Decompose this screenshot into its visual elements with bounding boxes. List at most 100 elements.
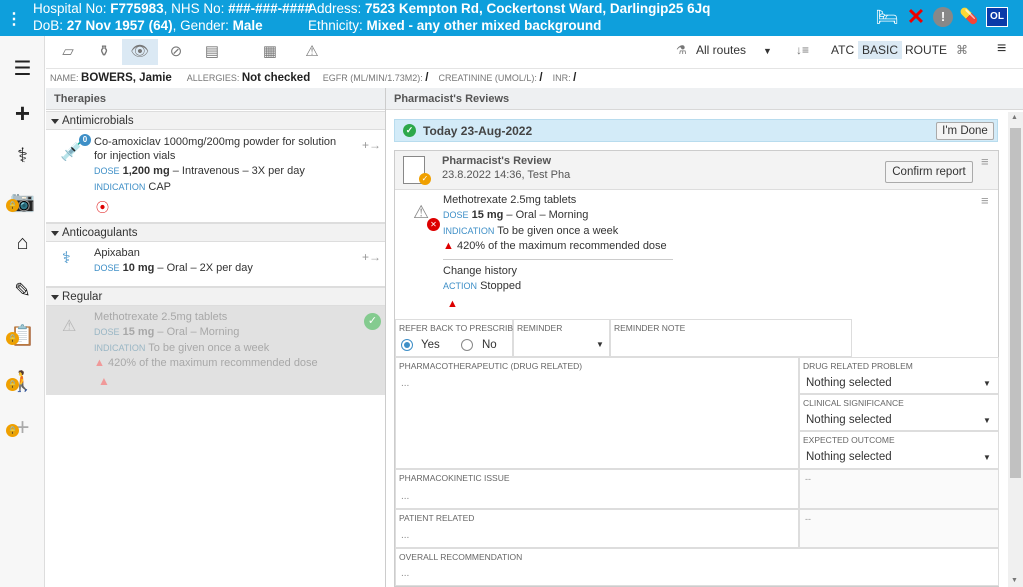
therapy-item[interactable]: ⚕ Apixaban +→ DOSE 10 mg – Oral – 2X per… xyxy=(46,242,385,287)
caret-down-icon: ▼ xyxy=(983,416,991,425)
warning-icon: ▲ xyxy=(447,298,458,310)
patient-info-row: NAME: BOWERS, Jamie ALLERGIES: Not check… xyxy=(50,72,577,84)
drug-problem-cell[interactable]: DRUG RELATED PROBLEM Nothing selected ▼ xyxy=(799,357,999,394)
warning-icon: ▲ xyxy=(94,357,105,369)
menu-kebab-icon[interactable]: ⋮ xyxy=(6,9,22,29)
group-antimicrobials[interactable]: Antimicrobials xyxy=(46,111,385,130)
patient-related-extra: -- xyxy=(799,509,999,548)
no-radio[interactable] xyxy=(461,339,473,351)
pharmacokinetic-extra: -- xyxy=(799,469,999,509)
route-toggle[interactable]: ROUTE xyxy=(905,43,947,57)
review-card: ✓ Pharmacist's Review 23.8.2022 14:36, T… xyxy=(394,150,999,587)
routes-filter-icon[interactable]: ⚗ xyxy=(676,43,687,57)
pill-icon[interactable]: 💊 xyxy=(958,6,980,28)
caret-down-icon: ▼ xyxy=(983,453,991,462)
expand-arrow-icon[interactable]: +→ xyxy=(362,250,381,264)
menu-icon[interactable]: ≡ xyxy=(981,154,989,169)
im-done-button[interactable]: I'm Done xyxy=(936,122,994,140)
menu-icon[interactable]: ≡ xyxy=(981,193,989,208)
address-line: Address: 7523 Kempton Rd, Cockertonst Wa… xyxy=(308,1,711,16)
patient-header: ⋮ Hospital No: F775983, NHS No: ###-###-… xyxy=(0,0,1023,36)
pharmacotherapeutic-field[interactable]: PHARMACOTHERAPEUTIC (DRUG RELATED) ... xyxy=(395,357,799,469)
group-regular[interactable]: Regular xyxy=(46,287,385,306)
warning-icon: ▲ xyxy=(98,374,110,388)
check-circle-icon: ✓ xyxy=(403,124,416,137)
scrollbar-thumb[interactable] xyxy=(1010,128,1021,478)
review-med-warning: ▲ 420% of the maximum recommended dose xyxy=(443,240,667,252)
review-med-name: Methotrexate 2.5mg tablets xyxy=(443,194,577,206)
eye-icon[interactable]: 👁 xyxy=(122,39,158,65)
clipboard-icon[interactable]: 📋 🔒 xyxy=(0,323,45,348)
clinical-significance-cell[interactable]: CLINICAL SIGNIFICANCE Nothing selected ▼ xyxy=(799,394,999,431)
caret-down-icon[interactable]: ▼ xyxy=(763,46,772,56)
bed-icon[interactable]: 🛏 xyxy=(872,6,902,28)
review-med-indication: INDICATION To be given once a week xyxy=(443,225,619,237)
therapies-header: Therapies xyxy=(46,88,385,110)
lock-icon: 🔒 xyxy=(6,332,19,345)
edit-document-icon[interactable]: ✎ xyxy=(0,278,45,303)
review-med-dose: DOSE 15 mg – Oral – Morning xyxy=(443,209,589,221)
tablet-warning-icon: ⚠ xyxy=(413,202,430,222)
prescription-icon[interactable]: ▱ xyxy=(50,39,86,65)
view-toolbar: ▱ ⚱ 👁 ⊘ ▤ ▦ ⚠ ⚗ All routes ▼ ↓≡ ATC BASI… xyxy=(46,36,1023,69)
therapy-item-selected[interactable]: ⚠ Methotrexate 2.5mg tablets ✓ DOSE 15 m… xyxy=(46,306,385,395)
reminder-note-cell[interactable]: REMINDER NOTE xyxy=(610,319,852,357)
change-history-title: Change history xyxy=(443,265,517,277)
group-anticoagulants[interactable]: Anticoagulants xyxy=(46,223,385,242)
therapy-dose: DOSE 10 mg – Oral – 2X per day xyxy=(94,262,253,274)
home-icon[interactable]: ⌂ xyxy=(0,232,45,255)
no-label[interactable]: No xyxy=(482,339,497,351)
reminder-cell: REMINDER ▼ xyxy=(513,319,610,357)
today-bar: ✓ Today 23-Aug-2022 xyxy=(394,119,998,142)
refer-back-cell: REFER BACK TO PRESCRIBER Yes No xyxy=(395,319,525,357)
signal-icon: ⦿ xyxy=(96,200,110,215)
lock-icon: 🔒 xyxy=(6,378,19,391)
review-meta: 23.8.2022 14:36, Test Pha xyxy=(442,169,571,181)
therapy-name: Apixaban xyxy=(94,247,140,259)
user-avatar[interactable]: OL xyxy=(986,7,1008,27)
pane-divider[interactable] xyxy=(385,88,386,587)
scroll-down-icon[interactable]: ▼ xyxy=(1011,577,1018,584)
warning-outline-icon[interactable]: ⚠ xyxy=(294,39,330,65)
alert-circle-icon[interactable]: ! xyxy=(933,7,953,27)
dob-line: DoB: 27 Nov 1957 (64), Gender: Male xyxy=(33,18,263,33)
expand-arrow-icon[interactable]: +→ xyxy=(362,138,381,152)
caret-down-icon: ▼ xyxy=(983,379,991,388)
plus-icon[interactable]: + xyxy=(0,98,45,129)
pharmacokinetic-field[interactable]: PHARMACOKINETIC ISSUE ... xyxy=(395,469,799,509)
medical-plus-icon[interactable]: + 🔒 xyxy=(0,414,45,442)
basic-toggle[interactable]: BASIC xyxy=(858,41,903,59)
check-badge-icon: ✓ xyxy=(419,173,431,185)
yes-radio[interactable] xyxy=(401,339,413,351)
therapy-indication: INDICATION CAP xyxy=(94,181,172,193)
caret-down-icon[interactable]: ▼ xyxy=(596,340,604,349)
patient-related-field[interactable]: PATIENT RELATED ... xyxy=(395,509,799,548)
group-icon[interactable]: ⌘ xyxy=(956,43,968,57)
infusion-icon[interactable]: ⚱ xyxy=(86,39,122,65)
therapy-name: Methotrexate 2.5mg tablets xyxy=(94,311,228,323)
atc-toggle[interactable]: ATC xyxy=(831,43,854,57)
calendar-dose-icon[interactable]: ▦ xyxy=(252,39,288,65)
close-x-icon[interactable]: ✕ xyxy=(905,6,927,28)
walking-person-icon[interactable]: 🚶 🔒 xyxy=(0,369,45,394)
yes-label[interactable]: Yes xyxy=(421,339,440,351)
therapy-item[interactable]: 💉 0 Co-amoxiclav 1000mg/200mg powder for… xyxy=(46,130,385,223)
list-icon[interactable]: ☰ xyxy=(0,56,45,81)
review-title: Pharmacist's Review xyxy=(442,155,552,167)
separator xyxy=(443,259,673,260)
tablet-icon: ⚕ xyxy=(62,250,71,267)
hamburger-icon[interactable]: ≡ xyxy=(997,40,1006,58)
overall-recommendation-field[interactable]: OVERALL RECOMMENDATION ... xyxy=(395,548,999,586)
pill-outline-icon[interactable]: ⊘ xyxy=(158,39,194,65)
stethoscope-icon[interactable]: ⚕ xyxy=(0,143,45,168)
routes-select[interactable]: All routes xyxy=(696,43,746,57)
therapy-dose: DOSE 1,200 mg – Intravenous – 3X per day xyxy=(94,165,305,177)
scroll-up-icon[interactable]: ▲ xyxy=(1011,114,1018,121)
check-circle-icon: ✓ xyxy=(364,313,381,330)
document-icon[interactable]: ▤ xyxy=(194,39,230,65)
camera-icon[interactable]: 📷 🔒 xyxy=(0,189,45,214)
sort-icon[interactable]: ↓≡ xyxy=(796,43,809,57)
expected-outcome-cell[interactable]: EXPECTED OUTCOME Nothing selected ▼ xyxy=(799,431,999,469)
confirm-report-button[interactable]: Confirm report xyxy=(885,161,973,183)
left-sidebar: ☰ + ⚕ 📷 🔒 ⌂ ✎ 📋 🔒 🚶 🔒 + 🔒 xyxy=(0,36,45,587)
